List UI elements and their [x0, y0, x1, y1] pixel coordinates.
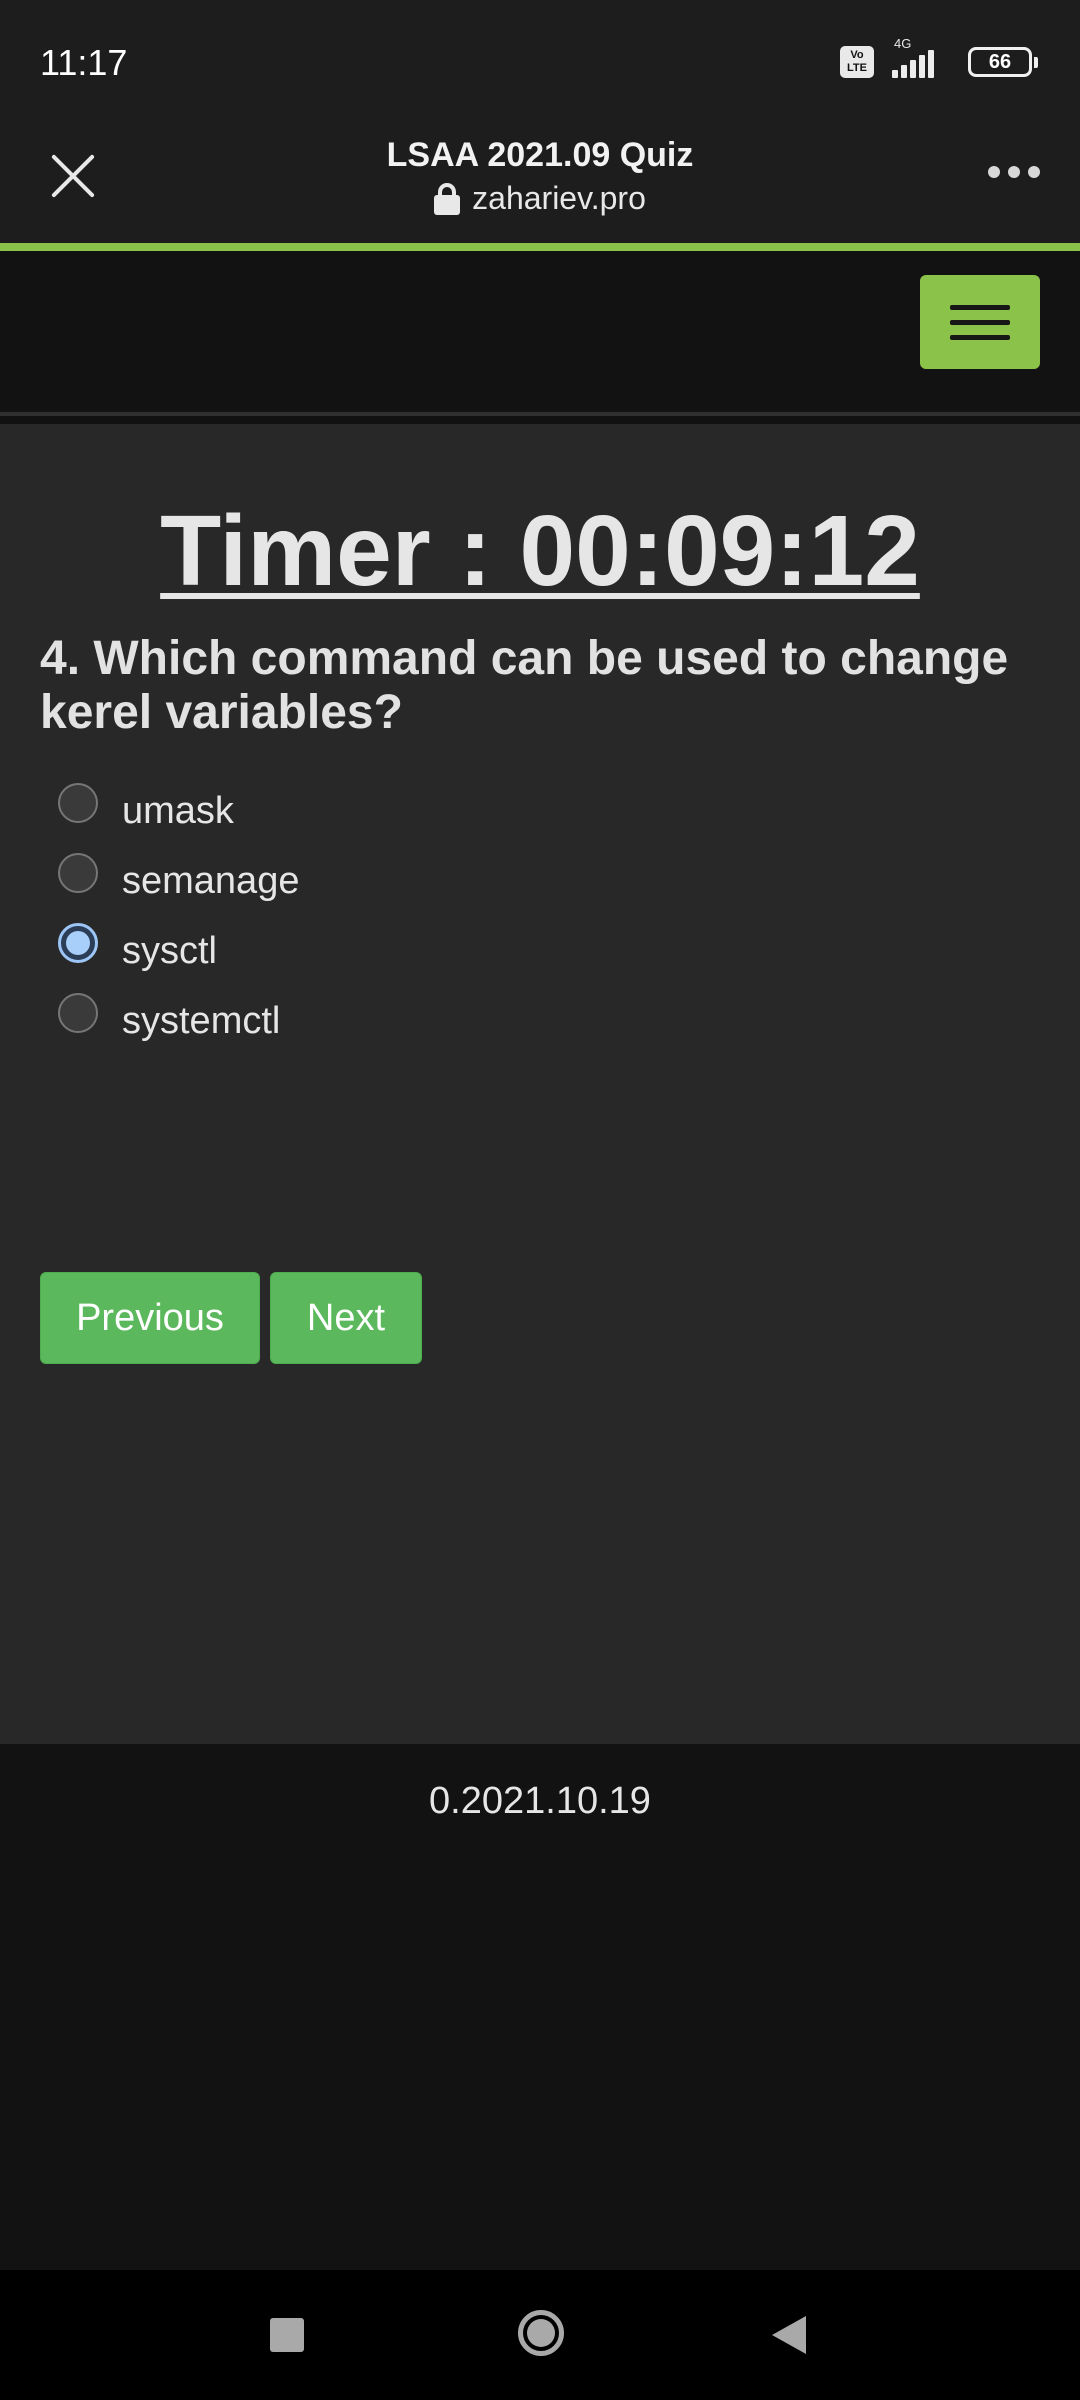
- browser-toolbar: LSAA 2021.09 Quiz zahariev.pro: [0, 120, 1080, 244]
- more-options-icon[interactable]: [988, 166, 1040, 178]
- battery-level: 66: [988, 50, 1012, 73]
- radio-button[interactable]: [58, 783, 98, 823]
- home-icon[interactable]: [518, 2310, 564, 2356]
- next-button[interactable]: Next: [270, 1272, 422, 1364]
- back-icon[interactable]: [772, 2316, 806, 2354]
- signal-icon: 4G: [888, 36, 954, 82]
- option-label[interactable]: umask: [122, 790, 234, 833]
- option-label[interactable]: systemctl: [122, 1000, 280, 1043]
- option-sysctl[interactable]: sysctl: [58, 916, 299, 986]
- option-label[interactable]: sysctl: [122, 930, 217, 973]
- page-title: LSAA 2021.09 Quiz: [386, 136, 694, 174]
- quiz-content: Timer : 00:09:12 4. Which command can be…: [0, 424, 1080, 1744]
- status-icons: Vo LTE 4G 66: [840, 36, 1038, 84]
- quiz-timer: Timer : 00:09:12: [160, 495, 920, 607]
- battery-icon: 66: [968, 47, 1038, 77]
- status-time: 11:17: [40, 42, 128, 83]
- option-systemctl[interactable]: systemctl: [58, 986, 299, 1056]
- url-text: zahariev.pro: [472, 180, 646, 216]
- version-label: 0.2021.10.19: [429, 1780, 651, 1822]
- radio-button[interactable]: [58, 853, 98, 893]
- volte-icon: Vo LTE: [840, 46, 874, 78]
- page-footer: 0.2021.10.19: [0, 1744, 1080, 2270]
- option-label[interactable]: semanage: [122, 860, 299, 903]
- network-type-label: 4G: [894, 36, 912, 51]
- option-umask[interactable]: umask: [58, 776, 299, 846]
- url-bar[interactable]: zahariev.pro: [0, 180, 1080, 217]
- recents-icon[interactable]: [270, 2318, 304, 2352]
- question-text: 4. Which command can be used to change k…: [40, 632, 1009, 739]
- status-bar: 11:17 Vo LTE 4G 66: [0, 0, 1080, 120]
- answer-options: umask semanage sysctl systemctl: [58, 776, 299, 1056]
- lock-icon: [434, 182, 461, 215]
- radio-button[interactable]: [58, 993, 98, 1033]
- previous-button[interactable]: Previous: [40, 1272, 260, 1364]
- site-navbar: [0, 251, 1080, 412]
- option-semanage[interactable]: semanage: [58, 846, 299, 916]
- system-nav-bar: [0, 2270, 1080, 2400]
- menu-toggle-button[interactable]: [920, 275, 1040, 369]
- page-accent-bar: [0, 243, 1080, 251]
- radio-button-selected[interactable]: [58, 923, 98, 963]
- navbar-divider: [0, 412, 1080, 416]
